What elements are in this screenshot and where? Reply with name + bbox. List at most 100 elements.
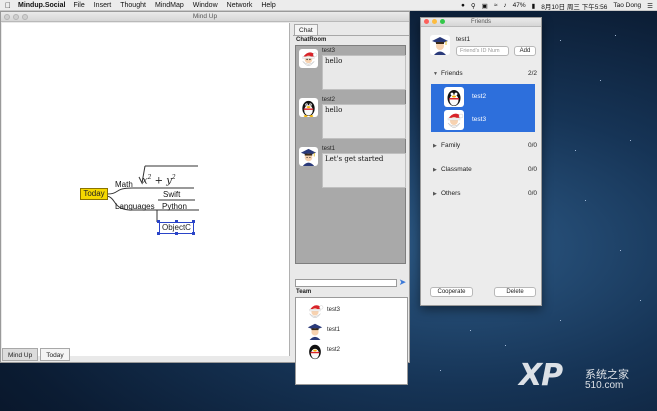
menu-file[interactable]: File — [73, 2, 84, 9]
close-button[interactable] — [424, 19, 429, 24]
minimize-button[interactable] — [432, 19, 437, 24]
battery-percent[interactable]: 47% — [513, 2, 526, 9]
team-member-name: test2 — [327, 347, 341, 353]
group-family[interactable]: ▶ Family 0/0 — [433, 141, 537, 151]
menu-help[interactable]: Help — [261, 2, 275, 9]
friends-window-title: Friends — [470, 19, 491, 25]
mindmap-node-swift[interactable]: Swift — [163, 190, 180, 199]
menu-thought[interactable]: Thought — [120, 2, 146, 9]
chat-input[interactable] — [295, 279, 397, 287]
team-list: test3 test1 test2 — [295, 297, 408, 385]
menu-mindmap[interactable]: MindMap — [155, 2, 184, 9]
qq-icon[interactable]: ● — [461, 2, 465, 9]
friends-window-titlebar[interactable]: Friends — [421, 18, 541, 27]
team-label: Team — [296, 289, 312, 295]
group-name: Classmate — [441, 166, 472, 173]
group-name: Others — [441, 190, 461, 197]
friend-name: test2 — [472, 93, 487, 100]
group-count: 0/0 — [527, 190, 537, 197]
cooperate-button[interactable]: Cooperate — [430, 287, 473, 297]
menu-app-name[interactable]: Mindup.Social — [18, 2, 65, 9]
graduate-avatar — [299, 147, 318, 166]
mindmap-root-node[interactable]: Today — [80, 188, 108, 200]
friend-item[interactable]: test2 — [431, 86, 535, 108]
group-name: Family — [441, 142, 461, 149]
tab-mind-up[interactable]: Mind Up — [2, 348, 39, 361]
team-member-name: test1 — [327, 327, 341, 333]
wifi-icon[interactable]: ≈ — [494, 2, 498, 9]
triangle-down-icon: ▼ — [433, 71, 438, 77]
close-button[interactable] — [4, 14, 10, 20]
watermark-logo: XP — [519, 358, 563, 393]
team-member[interactable]: test3 — [306, 302, 396, 320]
tab-chat[interactable]: Chat — [294, 24, 318, 35]
menu-window[interactable]: Window — [193, 2, 218, 9]
message-text: hello — [322, 104, 406, 139]
penguin-avatar — [299, 98, 318, 117]
selection-handle[interactable] — [192, 220, 195, 223]
selection-handle[interactable] — [157, 232, 160, 235]
group-friends[interactable]: ▼ Friends 2/2 — [433, 69, 537, 79]
user-name[interactable]: Tao Dong — [613, 2, 641, 9]
selection-handle[interactable] — [175, 232, 178, 235]
chat-pane: Chat ChatRoom test3 hello test2 hello te… — [293, 23, 409, 385]
zoom-button[interactable] — [440, 19, 445, 24]
tab-today[interactable]: Today — [40, 348, 70, 361]
main-window-titlebar[interactable]: Mind Up — [1, 12, 409, 22]
friend-item[interactable]: test3 — [431, 109, 535, 131]
message-user: test1 — [322, 146, 336, 152]
penguin-avatar — [444, 87, 464, 107]
group-others[interactable]: ▶ Others 0/0 — [433, 189, 537, 199]
penguin-avatar — [306, 342, 324, 360]
zoom-button[interactable] — [22, 14, 28, 20]
selection-handle[interactable] — [192, 232, 195, 235]
triangle-right-icon: ▶ — [433, 191, 437, 197]
clock-text[interactable]: 8月10日 周三 下午5:56 — [541, 1, 607, 11]
message-text: hello — [322, 55, 406, 90]
group-count: 2/2 — [527, 70, 537, 77]
team-member[interactable]: test1 — [306, 322, 396, 340]
site-watermark: XP 系统之家 510.com — [519, 358, 651, 398]
screen-icon[interactable]: ▣ — [482, 2, 488, 10]
mindmap-canvas[interactable]: Today Math x2 + y2 Languages Swift Pytho… — [2, 23, 290, 356]
group-classmate[interactable]: ▶ Classmate 0/0 — [433, 165, 537, 175]
self-name: test1 — [456, 36, 471, 43]
volume-icon[interactable]: ♪ — [503, 2, 506, 9]
chat-message: test1 Let's get started — [296, 145, 407, 205]
mindmap-node-languages[interactable]: Languages — [115, 202, 155, 211]
add-friend-button[interactable]: Add — [514, 46, 536, 56]
minimize-button[interactable] — [13, 14, 19, 20]
friend-id-input[interactable]: Friend's ID Num — [456, 46, 509, 56]
selection-handle[interactable] — [157, 220, 160, 223]
watermark-site-number: 510.com — [585, 380, 624, 391]
chatroom-panel[interactable]: test3 hello test2 hello test1 Let's get … — [295, 45, 406, 264]
menu-network[interactable]: Network — [227, 2, 253, 9]
santa-avatar — [306, 302, 324, 320]
search-icon[interactable]: ⚲ — [471, 2, 476, 10]
mindmap-node-math[interactable]: Math — [115, 180, 133, 189]
friend-name: test3 — [472, 116, 487, 123]
document-tabs: Mind Up Today — [2, 348, 70, 361]
mindmap-node-python[interactable]: Python — [162, 202, 187, 211]
menu-insert[interactable]: Insert — [94, 2, 112, 9]
message-user: test2 — [322, 97, 336, 103]
chat-message: test2 hello — [296, 96, 407, 141]
mindmap-connectors — [106, 165, 199, 222]
group-name: Friends — [441, 70, 463, 77]
apple-icon[interactable]:  — [0, 1, 16, 10]
message-user: test3 — [322, 48, 336, 54]
delete-button[interactable]: Delete — [494, 287, 536, 297]
graduate-avatar — [306, 322, 324, 340]
selection-handle[interactable] — [175, 220, 178, 223]
menu-list-icon[interactable]: ☰ — [647, 2, 653, 10]
battery-icon[interactable]: ▮ — [532, 2, 536, 10]
santa-avatar — [299, 49, 318, 68]
mindmap-node-formula[interactable]: x2 + y2 — [142, 174, 176, 186]
send-icon[interactable]: ➤ — [397, 277, 408, 288]
message-text: Let's get started — [322, 153, 406, 188]
chatroom-label: ChatRoom — [296, 37, 327, 43]
team-member[interactable]: test2 — [306, 342, 396, 360]
triangle-right-icon: ▶ — [433, 167, 437, 173]
santa-avatar — [444, 110, 464, 130]
group-count: 0/0 — [527, 142, 537, 149]
